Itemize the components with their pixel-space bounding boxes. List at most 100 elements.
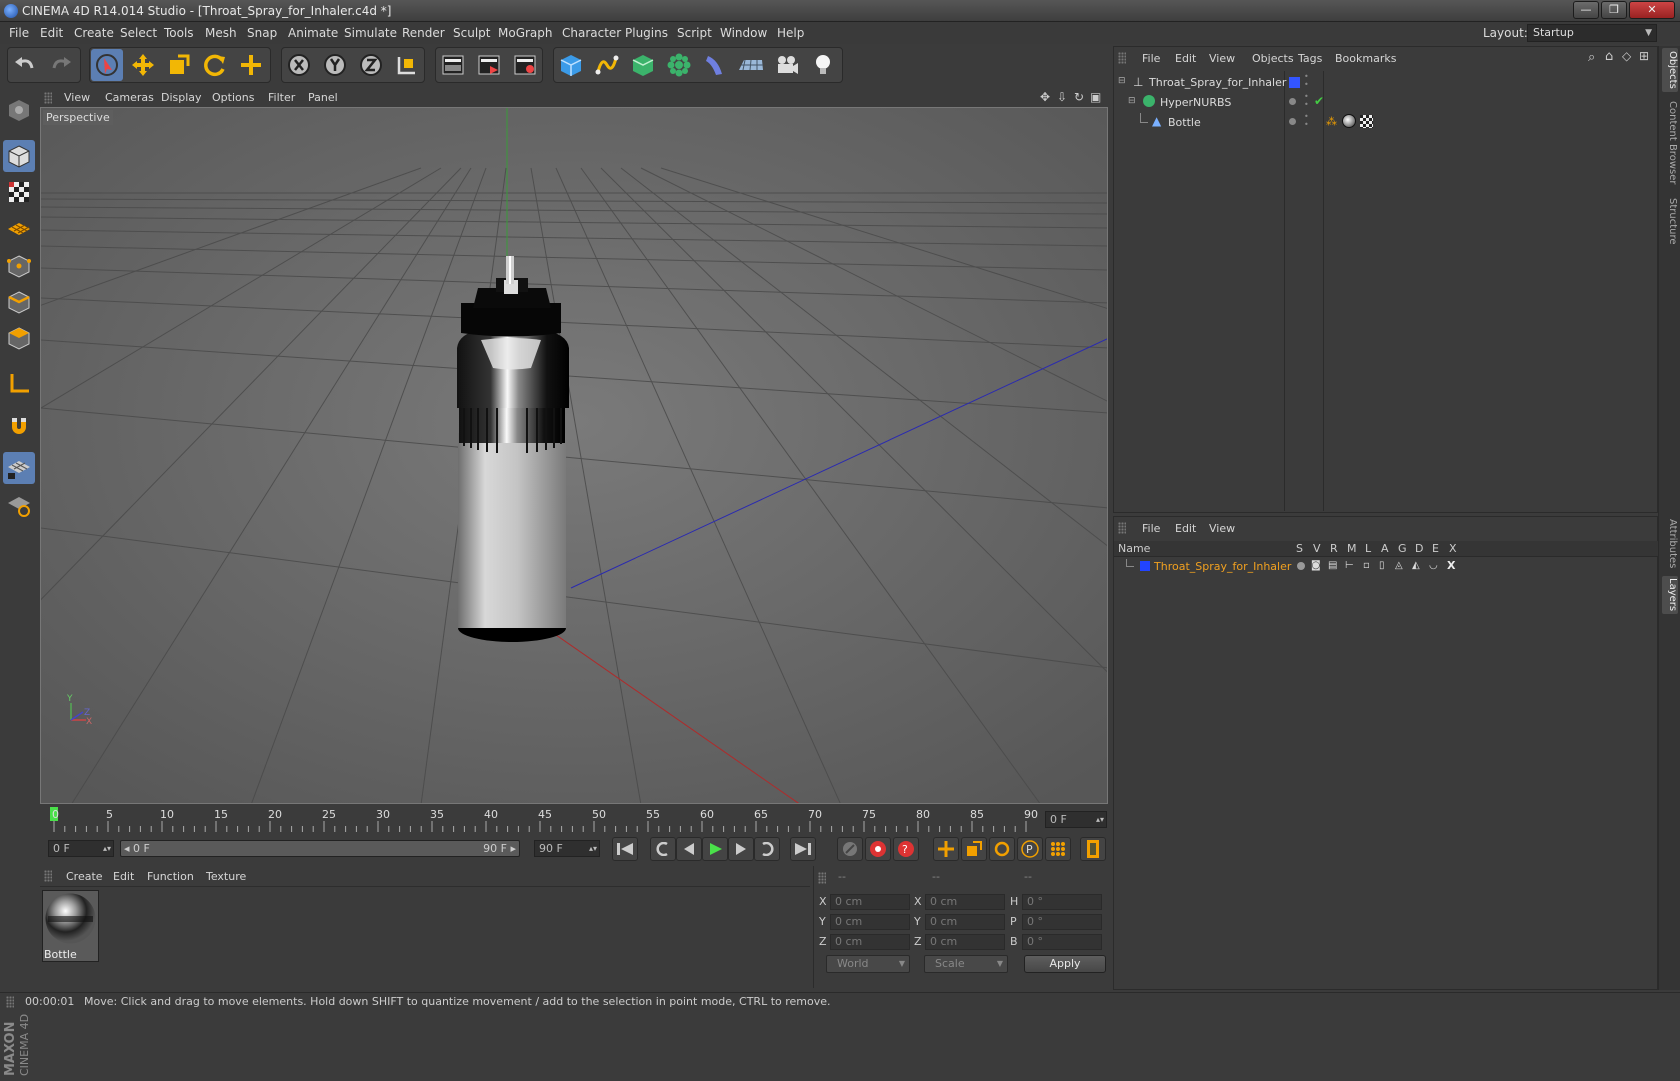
objects-menu-bookmarks[interactable]: Bookmarks (1335, 52, 1396, 65)
panel-grip-icon[interactable] (44, 92, 52, 104)
y-axis-icon[interactable] (319, 49, 351, 81)
column-render[interactable]: R (1330, 542, 1338, 555)
make-editable-icon[interactable] (3, 94, 35, 126)
collapse-icon[interactable]: ⊟ (1128, 96, 1136, 106)
column-view[interactable]: V (1313, 542, 1321, 555)
viewport-zoom-icon[interactable]: ⇩ (1057, 90, 1067, 104)
menu-create[interactable]: Create (74, 26, 114, 40)
render-view-icon[interactable] (437, 49, 469, 81)
render-settings-icon[interactable] (509, 49, 541, 81)
tab-content-browser[interactable]: Content Browser (1662, 98, 1678, 188)
objects-menu-edit[interactable]: Edit (1175, 52, 1196, 65)
timeline-ruler[interactable]: 0 5 10 15 20 25 30 35 40 45 50 55 60 65 70 75 80 85 90 (40, 805, 1108, 835)
3d-viewport[interactable]: Perspective Y Z X (40, 107, 1108, 804)
menu-window[interactable]: Window (720, 26, 767, 40)
panel-grip-icon[interactable] (818, 872, 826, 884)
size-y-field[interactable]: 0 cm (925, 914, 1005, 930)
texture-tag-icon[interactable] (1360, 115, 1373, 128)
enabled-check-icon[interactable]: ✔ (1314, 94, 1324, 108)
menu-tools[interactable]: Tools (164, 26, 194, 40)
viewport-menu-filter[interactable]: Filter (268, 91, 295, 104)
go-to-end-icon[interactable] (790, 837, 816, 861)
generator-toggle-icon[interactable]: ◬ (1395, 560, 1403, 571)
frame-range-slider[interactable]: ◂ 0 F 90 F ▸ (120, 840, 520, 857)
points-mode-icon[interactable] (3, 250, 35, 282)
layer-dot-icon[interactable] (1289, 118, 1296, 125)
menu-help[interactable]: Help (777, 26, 804, 40)
move-icon[interactable] (127, 49, 159, 81)
view-toggle-icon[interactable]: ◇ (1622, 49, 1631, 63)
z-axis-icon[interactable] (355, 49, 387, 81)
menu-mesh[interactable]: Mesh (205, 26, 237, 40)
expression-toggle-icon[interactable]: ◡ (1429, 560, 1438, 571)
viewport-menu-display[interactable]: Display (161, 91, 202, 104)
live-selection-icon[interactable] (91, 49, 123, 81)
phong-tag-icon[interactable]: ⁂ (1326, 115, 1337, 128)
key-position-icon[interactable] (933, 837, 959, 861)
material-tag-icon[interactable] (1342, 114, 1356, 128)
polygons-mode-icon[interactable] (3, 322, 35, 354)
rotate-icon[interactable] (199, 49, 231, 81)
workplane-lock-icon[interactable] (3, 452, 35, 484)
search-icon[interactable]: ⌕ (1588, 50, 1595, 65)
rot-p-field[interactable]: 0 ° (1022, 914, 1102, 930)
home-icon[interactable]: ⌂ (1605, 49, 1613, 64)
end-frame-field[interactable]: 90 F ▴▾ (534, 840, 600, 857)
key-parameter-icon[interactable]: P (1017, 837, 1043, 861)
viewport-menu-options[interactable]: Options (212, 91, 254, 104)
light-icon[interactable] (807, 49, 839, 81)
material-menu-edit[interactable]: Edit (113, 870, 134, 883)
lock-toggle-icon[interactable]: ▫ (1363, 560, 1370, 571)
object-row[interactable]: ▲ Bottle • • ⁂ (1114, 113, 1659, 133)
objects-menu-tags[interactable]: Tags (1298, 52, 1322, 65)
objects-menu-objects[interactable]: Objects (1252, 52, 1294, 65)
texture-mode-icon[interactable] (3, 176, 35, 208)
pos-y-field[interactable]: 0 cm (830, 914, 910, 930)
floor-icon[interactable] (735, 49, 767, 81)
key-rotation-icon[interactable] (989, 837, 1015, 861)
previous-frame-icon[interactable] (676, 837, 702, 861)
pos-x-field[interactable]: 0 cm (830, 894, 910, 910)
menu-sculpt[interactable]: Sculpt (453, 26, 490, 40)
spline-icon[interactable] (591, 49, 623, 81)
autokeying-icon[interactable] (865, 837, 891, 861)
viewport-maximize-icon[interactable]: ▣ (1090, 90, 1101, 104)
visibility-dots-icon[interactable]: • • (1304, 93, 1309, 109)
menu-select[interactable]: Select (120, 26, 157, 40)
menu-animate[interactable]: Animate (288, 26, 338, 40)
array-icon[interactable] (663, 49, 695, 81)
menu-character[interactable]: Character (562, 26, 621, 40)
deformer-icon[interactable] (699, 49, 731, 81)
layers-menu-edit[interactable]: Edit (1175, 522, 1196, 535)
size-z-field[interactable]: 0 cm (925, 934, 1005, 950)
material-menu-function[interactable]: Function (147, 870, 194, 883)
tab-objects[interactable]: Objects (1662, 48, 1678, 92)
column-generators[interactable]: G (1398, 542, 1407, 555)
objects-menu-file[interactable]: File (1142, 52, 1160, 65)
column-locked[interactable]: L (1365, 542, 1371, 555)
panel-grip-icon[interactable] (1118, 522, 1126, 534)
key-pla-icon[interactable] (1045, 837, 1071, 861)
keyframe-selection-icon[interactable]: ? (893, 837, 919, 861)
go-to-start-icon[interactable] (612, 837, 638, 861)
workplane-mode-icon[interactable] (3, 212, 35, 244)
render-picture-viewer-icon[interactable] (473, 49, 505, 81)
column-name[interactable]: Name (1118, 542, 1150, 555)
coordinate-system-icon[interactable] (391, 49, 423, 81)
transform-mode-select[interactable]: Scale ▼ (924, 955, 1008, 973)
play-icon[interactable] (702, 837, 728, 861)
layout-select[interactable]: Startup ▼ (1527, 24, 1657, 42)
view-toggle-icon[interactable]: ◙ (1311, 560, 1321, 571)
rot-b-field[interactable]: 0 ° (1022, 934, 1102, 950)
layer-name[interactable]: Throat_Spray_for_Inhaler (1154, 560, 1291, 573)
viewport-camera-label[interactable]: Perspective (43, 110, 113, 125)
menu-script[interactable]: Script (677, 26, 712, 40)
new-panel-icon[interactable]: ⊞ (1639, 49, 1649, 63)
tab-structure[interactable]: Structure (1662, 196, 1678, 246)
coordinate-mode-select[interactable]: World ▼ (826, 955, 910, 973)
solo-toggle-icon[interactable] (1297, 562, 1305, 570)
material-menu-create[interactable]: Create (66, 870, 103, 883)
model-mode-icon[interactable] (3, 140, 35, 172)
cube-icon[interactable] (555, 49, 587, 81)
minimize-button[interactable]: — (1573, 1, 1599, 19)
